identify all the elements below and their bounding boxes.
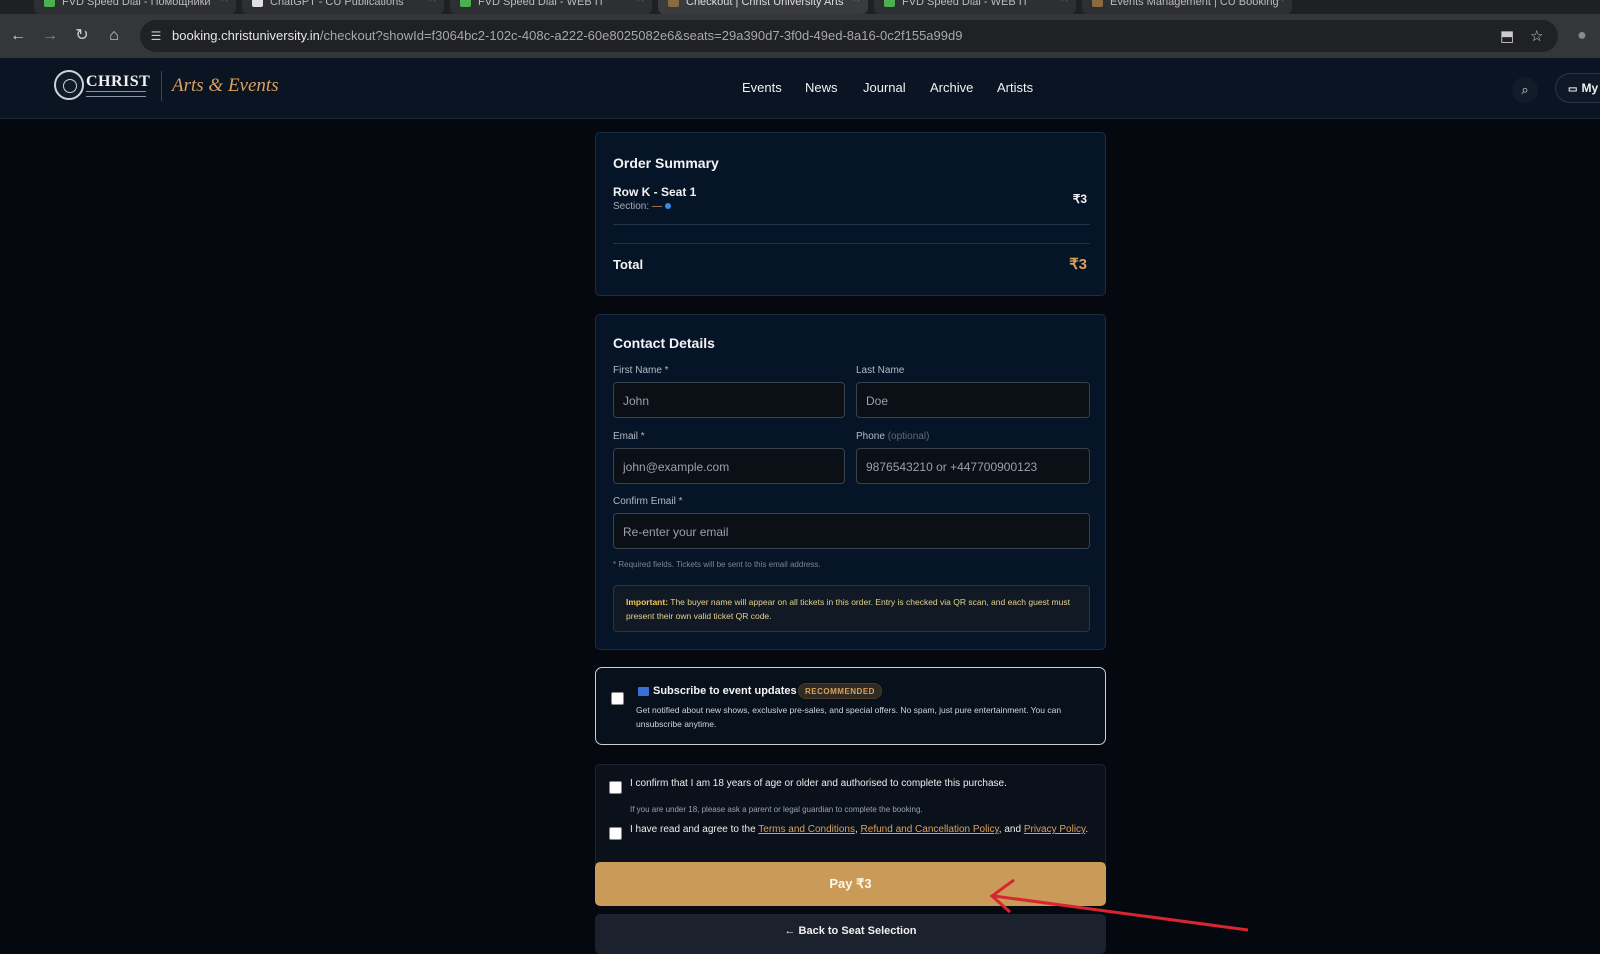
section-color-dot [665,203,672,209]
envelope-icon [638,687,649,696]
forward-arrow-icon[interactable]: → [40,26,60,46]
subscribe-title: Subscribe to event updates [653,685,797,697]
contact-details-title: Contact Details [613,335,715,351]
nav-item-artists[interactable]: Artists [997,80,1033,95]
reload-icon[interactable]: ↻ [72,26,92,46]
subscribe-checkbox[interactable] [611,692,624,705]
tab-favicon-icon [668,0,679,7]
browser-tab[interactable]: ChatGPT - CU Publications× [242,0,444,14]
divider [613,224,1090,225]
age-confirm-note: If you are under 18, please ask a parent… [630,805,923,814]
address-bar[interactable]: ☰ booking.christuniversity.in/checkout?s… [140,20,1558,52]
site-header: CHRIST Arts & Events Events News Journal… [0,58,1600,119]
red-arrow-icon [989,878,1249,932]
nav-item-archive[interactable]: Archive [930,80,973,95]
subscribe-description: Get notified about new shows, exclusive … [636,705,1062,729]
email-input[interactable]: john@example.com [613,448,845,484]
tab-favicon-icon [460,0,471,7]
recommended-badge: RECOMMENDED [798,683,882,699]
url-text: booking.christuniversity.in/checkout?sho… [172,28,963,43]
terms-link[interactable]: Terms and Conditions [758,824,855,835]
microphone-icon[interactable]: ● [1572,26,1592,46]
browser-toolbar: ← → ↻ ⌂ ☰ booking.christuniversity.in/ch… [0,14,1600,58]
age-confirm-label[interactable]: I confirm that I am 18 years of age or o… [630,778,1007,789]
tab-favicon-icon [252,0,263,7]
browser-tab[interactable]: Events Management | CU Booking× [1082,0,1292,14]
phone-input[interactable]: 9876543210 or +447700900123 [856,448,1090,484]
browser-tab-active[interactable]: Checkout | Christ University Arts× [658,0,868,14]
back-arrow-icon[interactable]: ← [8,26,28,46]
tab-favicon-icon [44,0,55,7]
refund-policy-link[interactable]: Refund and Cancellation Policy [861,824,999,835]
privacy-policy-link[interactable]: Privacy Policy [1024,824,1086,835]
subscribe-card[interactable]: Subscribe to event updates RECOMMENDED G… [595,667,1106,745]
brand-name[interactable]: Arts & Events [172,75,279,97]
phone-label: Phone (optional) [856,431,930,442]
browser-tabstrip: FVD Speed Dial - Помощники× ChatGPT - CU… [0,0,1600,14]
order-summary-card: Order Summary Row K - Seat 1 Section: — ₹… [595,132,1106,296]
tab-favicon-icon [884,0,895,7]
ticket-icon: ▭ [1568,84,1578,95]
browser-tab[interactable]: FVD Speed Dial - Помощники× [34,0,236,14]
total-label: Total [613,257,644,272]
browser-tab[interactable]: FVD Speed Dial - WEB IT× [450,0,652,14]
age-confirm-checkbox[interactable] [609,781,622,794]
my-account-button[interactable]: ▭ My [1555,73,1600,103]
terms-checkbox[interactable] [609,827,622,840]
bookmark-star-icon[interactable]: ☆ [1530,27,1543,45]
site-info-icon[interactable]: ☰ [148,28,164,44]
browser-tab[interactable]: FVD Speed Dial - WEB IT× [874,0,1076,14]
confirm-email-label: Confirm Email * [613,496,683,507]
nav-item-events[interactable]: Events [742,80,782,95]
total-value: ₹3 [1069,256,1087,273]
last-name-label: Last Name [856,365,905,376]
required-fields-note: * Required fields. Tickets will be sent … [613,560,821,569]
contact-details-card: Contact Details First Name * John Last N… [595,314,1106,650]
first-name-input[interactable]: John [613,382,845,418]
important-notice: Important: The buyer name will appear on… [613,585,1090,632]
university-seal-icon[interactable] [54,70,84,100]
seat-price: ₹3 [1072,192,1087,206]
logo-divider [161,71,162,101]
divider [613,243,1090,244]
seat-name: Row K - Seat 1 [613,185,697,199]
home-icon[interactable]: ⌂ [104,26,124,46]
confirm-email-input[interactable]: Re-enter your email [613,513,1090,549]
install-app-icon[interactable]: ⬒ [1500,27,1514,45]
nav-item-journal[interactable]: Journal [863,80,906,95]
nav-item-news[interactable]: News [805,80,838,95]
seat-section: Section: — [613,201,672,212]
email-label: Email * [613,431,645,442]
logo-tagline-decoration [86,91,146,97]
tab-favicon-icon [1092,0,1103,7]
search-icon[interactable]: ⌕ [1512,77,1538,103]
first-name-label: First Name * [613,365,669,376]
confirmations-card: I confirm that I am 18 years of age or o… [595,764,1106,864]
order-summary-title: Order Summary [613,155,719,171]
university-logo-text[interactable]: CHRIST [86,73,150,91]
terms-label: I have read and agree to the Terms and C… [630,824,1089,835]
last-name-input[interactable]: Doe [856,382,1090,418]
